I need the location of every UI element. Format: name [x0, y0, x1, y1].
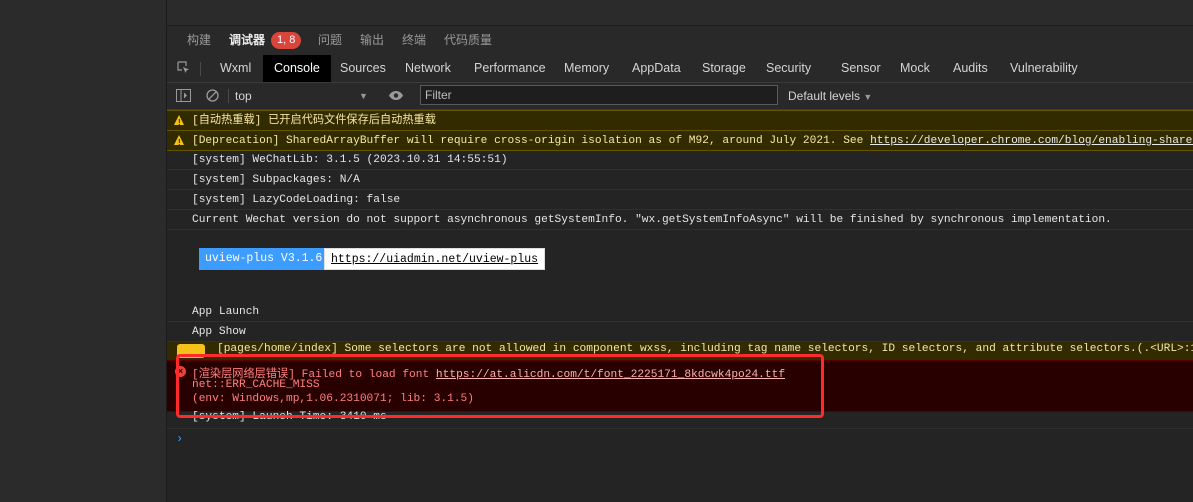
tab-terminal[interactable]: 终端 [402, 26, 426, 55]
console-message: App Launch [192, 306, 260, 318]
context-selector[interactable]: top [235, 87, 371, 105]
console-log-row: App Launch [167, 302, 1193, 322]
panel-header [167, 0, 1193, 26]
console-message: [system] LazyCodeLoading: false [192, 194, 401, 206]
tab-security[interactable]: Security [766, 55, 811, 82]
tab-storage[interactable]: Storage [702, 55, 746, 82]
devtools-panel: 构建 调试器 1, 8 问题 输出 终端 代码质量 Wxml Console S… [166, 0, 1193, 502]
clear-console-icon[interactable] [206, 89, 219, 102]
console-toolbar: top ▼ Default levels ▼ [167, 83, 1193, 110]
deprecation-link[interactable]: https://developer.chrome.com/blog/enabli… [870, 135, 1193, 147]
tab-wxml[interactable]: Wxml [220, 55, 251, 82]
error-highlight-box [176, 354, 824, 418]
tab-console[interactable]: Console [263, 55, 331, 82]
debugger-count-badge: 1, 8 [271, 32, 302, 49]
tab-output[interactable]: 输出 [360, 26, 384, 55]
uview-version-badge: uview-plus V3.1.6 [199, 248, 329, 270]
tab-vulnerability[interactable]: Vulnerability [1010, 55, 1078, 82]
uview-url-link[interactable]: https://uiadmin.net/uview-plus [324, 248, 546, 270]
tab-audits[interactable]: Audits [953, 55, 988, 82]
toolbar-divider [200, 62, 201, 76]
console-message: [自动热重载] 已开启代码文件保存后自动热重载 [192, 115, 436, 127]
console-message: [system] WeChatLib: 3.1.5 (2023.10.31 14… [192, 154, 508, 166]
console-log-row: [system] WeChatLib: 3.1.5 (2023.10.31 14… [167, 150, 1193, 170]
warning-icon: ! [174, 115, 184, 127]
tab-performance[interactable]: Performance [474, 55, 546, 82]
console-message: [system] Subpackages: N/A [192, 174, 360, 186]
devtools-tab-bar: Wxml Console Sources Network Performance… [167, 55, 1193, 83]
console-log-row: [system] LazyCodeLoading: false [167, 190, 1193, 210]
chevron-down-icon: ▼ [863, 92, 873, 102]
console-log-row: Current Wechat version do not support as… [167, 210, 1193, 230]
console-message: [Deprecation] SharedArrayBuffer will req… [192, 134, 1193, 148]
inspect-element-icon[interactable] [177, 61, 190, 74]
left-empty-area [0, 0, 166, 502]
deprecation-text: [Deprecation] SharedArrayBuffer will req… [192, 135, 871, 147]
tab-sensor[interactable]: Sensor [841, 55, 881, 82]
console-output: ! [自动热重载] 已开启代码文件保存后自动热重载 ! [Deprecation… [167, 110, 1193, 502]
tab-mock[interactable]: Mock [900, 55, 930, 82]
log-levels-dropdown[interactable]: Default levels ▼ [788, 87, 872, 106]
primary-tab-bar: 构建 调试器 1, 8 问题 输出 终端 代码质量 [167, 26, 1193, 56]
console-warning-row: ! [Deprecation] SharedArrayBuffer will r… [167, 130, 1193, 151]
eye-icon[interactable] [388, 90, 404, 101]
toolbar-divider [228, 89, 229, 103]
sidebar-toggle-icon[interactable] [176, 89, 191, 102]
tab-problems[interactable]: 问题 [318, 26, 342, 55]
console-prompt[interactable]: › [176, 432, 183, 446]
tab-sources[interactable]: Sources [340, 55, 386, 82]
tab-appdata[interactable]: AppData [632, 55, 681, 82]
console-warning-row: ! [自动热重载] 已开启代码文件保存后自动热重载 [167, 110, 1193, 131]
warning-icon: ! [174, 135, 184, 147]
tab-build[interactable]: 构建 [187, 26, 211, 55]
tab-network[interactable]: Network [405, 55, 451, 82]
chevron-down-icon: ▼ [359, 91, 368, 101]
tab-debugger[interactable]: 调试器 [229, 26, 265, 55]
console-log-row: [system] Subpackages: N/A [167, 170, 1193, 190]
console-log-row: App Show [167, 322, 1193, 342]
tab-code-quality[interactable]: 代码质量 [444, 26, 492, 55]
log-levels-label: Default levels [788, 89, 861, 103]
tab-memory[interactable]: Memory [564, 55, 609, 82]
console-message: Current Wechat version do not support as… [192, 214, 1112, 226]
console-message: App Show [192, 326, 246, 338]
filter-input[interactable] [420, 85, 778, 105]
